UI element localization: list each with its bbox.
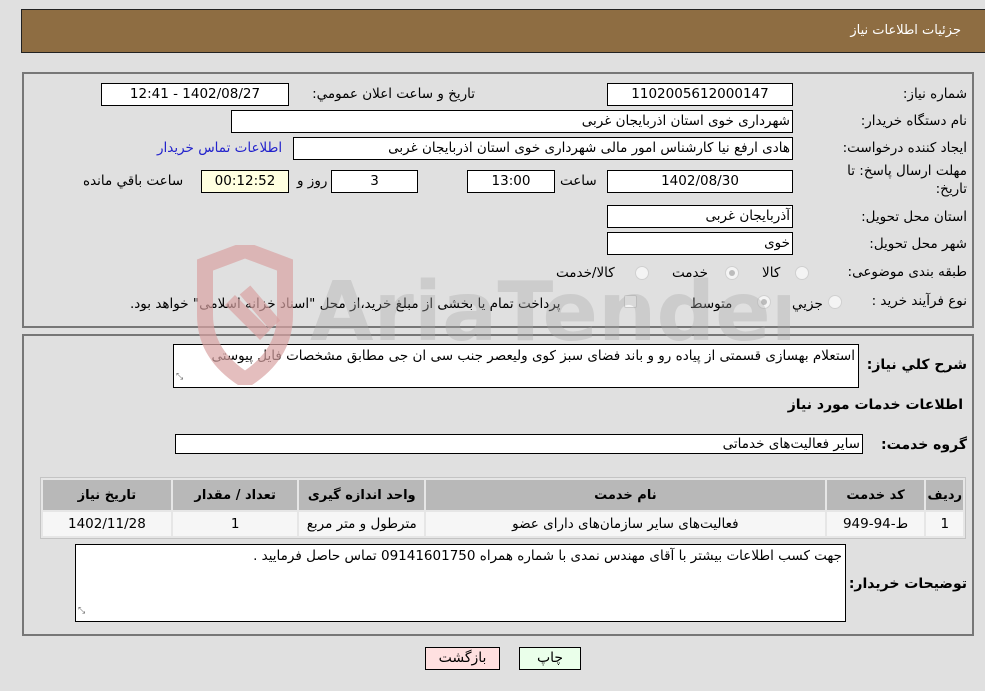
cell-need-date: 1402/11/28	[43, 512, 171, 536]
time-remaining-label: ساعت باقي مانده	[83, 173, 184, 189]
days-label: روز و	[297, 173, 328, 189]
time-remaining-field: 00:12:52	[201, 170, 289, 193]
deadline-date-field[interactable]: 1402/08/30	[607, 170, 793, 193]
back-button[interactable]: بازگشت	[425, 647, 500, 670]
service-group-field[interactable]: سایر فعالیت‌های خدماتی	[175, 434, 863, 454]
buyer-contact-link[interactable]: اطلاعات تماس خريدار	[157, 140, 282, 156]
cell-row-number: 1	[926, 512, 963, 536]
category-radio-goods-service[interactable]	[635, 266, 649, 280]
category-radio-service[interactable]	[725, 266, 739, 280]
page-title: جزئیات اطلاعات نیاز	[850, 23, 961, 38]
col-row-number: رديف	[926, 480, 963, 510]
process-option-medium: متوسط	[690, 296, 733, 312]
announce-datetime-field[interactable]: 1402/08/27 - 12:41	[101, 83, 289, 106]
category-option-service: خدمت	[672, 265, 708, 281]
process-radio-minor[interactable]	[828, 295, 842, 309]
process-option-minor: جزيي	[792, 296, 823, 312]
deadline-time-label: ساعت	[560, 173, 597, 189]
table-row[interactable]: 1 ط-94-949 فعالیت‌های سایر سازمان‌های دا…	[43, 512, 963, 536]
deadline-time-field[interactable]: 13:00	[467, 170, 555, 193]
category-option-goods-service: کالا/خدمت	[556, 265, 615, 281]
category-label: طبقه بندی موضوعی:	[847, 264, 967, 280]
buyer-org-label: نام دستگاه خريدار:	[860, 113, 967, 129]
resize-grip-icon[interactable]: ⤡	[176, 368, 183, 386]
deadline-label-line2: تاريخ:	[935, 181, 967, 197]
buyer-org-field[interactable]: شهرداری خوی استان اذربایجان غربی	[231, 110, 793, 133]
cell-unit: مترطول و متر مربع	[299, 512, 425, 536]
delivery-province-label: استان محل تحويل:	[861, 209, 967, 225]
cell-service-name: فعالیت‌های سایر سازمان‌های دارای عضو	[426, 512, 825, 536]
announce-datetime-label: تاریخ و ساعت اعلان عمومي:	[312, 86, 475, 102]
service-group-label: گروه خدمت:	[881, 437, 967, 453]
buyer-notes-textarea[interactable]: جهت کسب اطلاعات بیشتر با آقای مهندس نمدی…	[75, 544, 846, 622]
print-button[interactable]: چاپ	[519, 647, 581, 670]
need-number-field[interactable]: 1102005612000147	[607, 83, 793, 106]
buyer-notes-text: جهت کسب اطلاعات بیشتر با آقای مهندس نمدی…	[253, 548, 842, 564]
resize-grip-icon[interactable]: ⤡	[78, 602, 85, 620]
description-label: شرح كلي نياز:	[866, 357, 967, 373]
need-number-label: شماره نیاز:	[902, 86, 967, 102]
col-service-code: كد خدمت	[826, 480, 925, 510]
description-text: استعلام بهسازی قسمتی از پیاده رو و باند …	[211, 348, 855, 364]
page-header: جزئیات اطلاعات نیاز	[21, 9, 985, 53]
requester-field[interactable]: هادی ارفع نیا کارشناس امور مالی شهرداری …	[293, 137, 793, 160]
cell-service-code: ط-94-949	[826, 512, 925, 536]
col-need-date: تاريخ نياز	[43, 480, 171, 510]
process-radio-medium[interactable]	[757, 295, 771, 309]
buyer-notes-label: توضيحات خريدار:	[848, 576, 967, 592]
services-section-title: اطلاعات خدمات مورد نياز	[787, 397, 963, 413]
cell-quantity: 1	[172, 512, 298, 536]
treasury-note: پرداخت تمام یا بخشی از مبلغ خرید،از محل …	[130, 296, 561, 312]
requester-label: ايجاد كننده درخواست:	[842, 140, 967, 156]
col-quantity: تعداد / مقدار	[172, 480, 298, 510]
process-type-label: نوع فرآيند خريد :	[871, 293, 967, 309]
description-textarea[interactable]: استعلام بهسازی قسمتی از پیاده رو و باند …	[173, 344, 859, 388]
delivery-city-label: شهر محل تحويل:	[869, 236, 967, 252]
days-remaining-field[interactable]: 3	[331, 170, 418, 193]
category-option-goods: کالا	[762, 265, 781, 281]
table-header-row: رديف كد خدمت نام خدمت واحد اندازه گيری ت…	[43, 480, 963, 510]
services-table: رديف كد خدمت نام خدمت واحد اندازه گيری ت…	[40, 477, 966, 539]
col-unit: واحد اندازه گيری	[299, 480, 425, 510]
category-radio-goods[interactable]	[795, 266, 809, 280]
delivery-province-field[interactable]: آذربایجان غربی	[607, 205, 793, 228]
col-service-name: نام خدمت	[426, 480, 825, 510]
delivery-city-field[interactable]: خوی	[607, 232, 793, 255]
treasury-checkbox[interactable]	[624, 295, 637, 308]
deadline-label-line1: مهلت ارسال پاسخ: تا	[847, 163, 967, 179]
